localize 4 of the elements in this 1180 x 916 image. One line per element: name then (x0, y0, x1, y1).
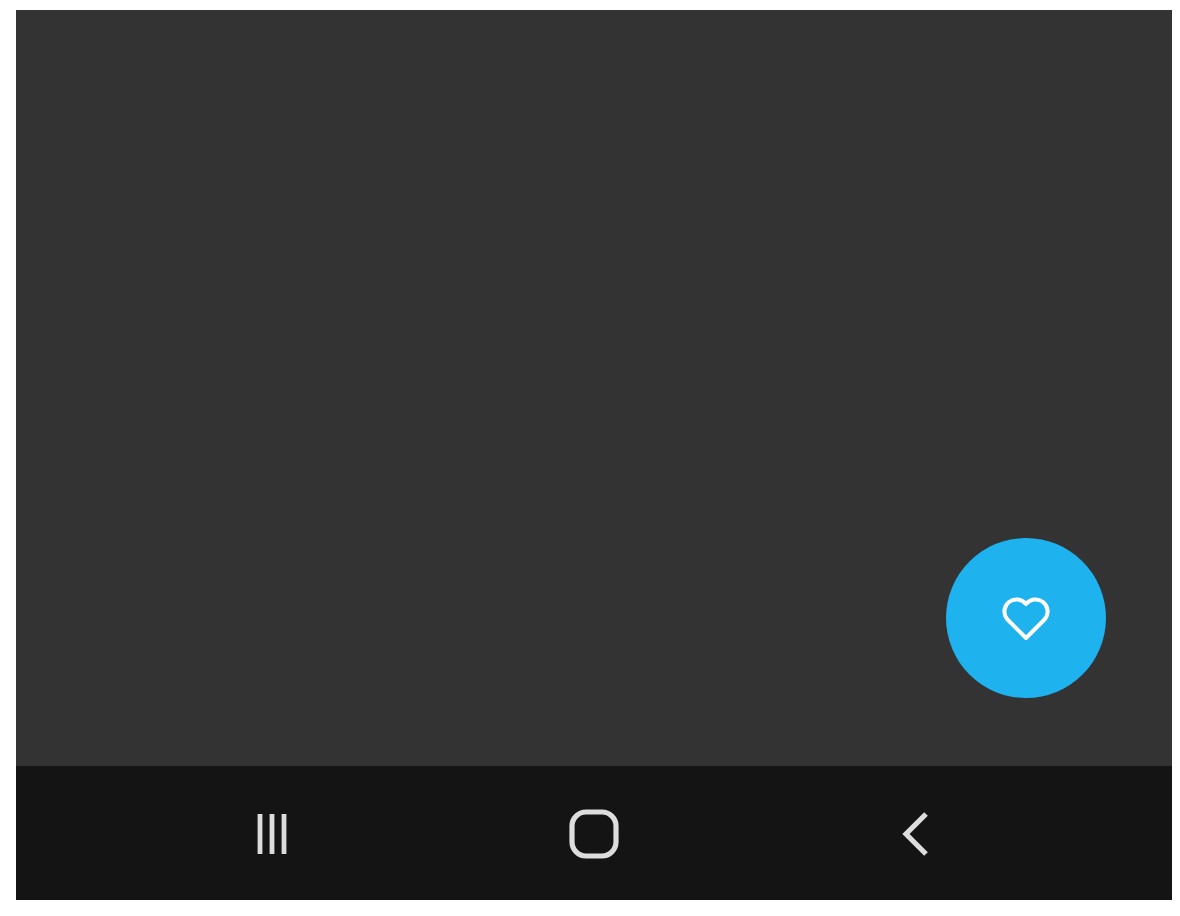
home-icon (567, 807, 620, 859)
back-icon (901, 809, 930, 857)
heart-icon (1000, 594, 1052, 642)
recents-icon (256, 811, 289, 855)
